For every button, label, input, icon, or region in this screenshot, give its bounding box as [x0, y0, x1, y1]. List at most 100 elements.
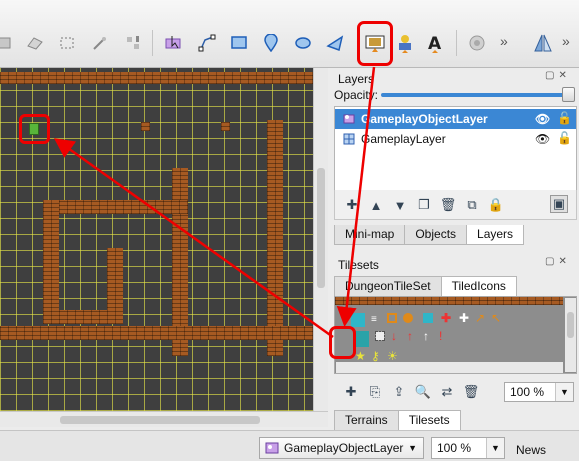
lock-icon[interactable]: 🔓 — [557, 111, 572, 125]
panel-float-close-buttons[interactable]: ▢✕ — [545, 256, 571, 267]
current-layer-select[interactable]: GameplayObjectLayer ▼ — [259, 437, 424, 459]
layer-name: GameplayObjectLayer — [361, 112, 488, 126]
tile[interactable] — [403, 313, 413, 323]
wall-tiles — [0, 72, 313, 84]
toolbar-overflow-button-2[interactable]: » — [562, 33, 570, 49]
tileset-tabs: DungeonTileSet TiledIcons — [334, 276, 517, 296]
object-layer-icon — [265, 442, 279, 454]
bottom-panel-tabs: Terrains Tilesets — [334, 410, 461, 430]
insert-polygon-icon[interactable] — [322, 30, 348, 56]
opacity-slider[interactable] — [381, 93, 575, 97]
tab-tilesets[interactable]: Tilesets — [397, 410, 461, 430]
tab-objects[interactable]: Objects — [404, 225, 468, 245]
select-objects-icon[interactable] — [160, 30, 186, 56]
wall-tiles — [0, 326, 313, 340]
tile[interactable]: ⚷ — [371, 350, 381, 362]
wall-tiles — [43, 200, 59, 324]
select-same-tile-icon[interactable] — [120, 30, 146, 56]
highlight-current-layer-icon[interactable]: ▣ — [550, 195, 568, 213]
visibility-eye-icon[interactable]: 👁 — [535, 132, 550, 146]
panel-float-close-buttons[interactable]: ▢✕ — [545, 70, 571, 81]
wall-tiles — [141, 122, 150, 131]
stamp-brush-icon[interactable] — [0, 30, 16, 56]
world-tool-icon[interactable] — [464, 30, 490, 56]
tile[interactable]: ☀ — [387, 350, 398, 362]
raise-layer-icon[interactable]: ▲ — [367, 196, 385, 214]
layer-row-gameplaylayer[interactable]: GameplayLayer 👁 🔓 — [335, 129, 576, 149]
wall-tiles — [107, 248, 123, 324]
scrollbar-thumb[interactable] — [60, 416, 260, 424]
scrollbar-thumb[interactable] — [567, 312, 574, 338]
magic-wand-icon[interactable] — [86, 30, 112, 56]
map-vertical-scrollbar[interactable] — [313, 68, 328, 411]
tile[interactable]: ≡ — [371, 315, 381, 325]
rectangle-select-icon[interactable] — [54, 30, 80, 56]
tile[interactable] — [423, 313, 433, 323]
duplicate-layer-icon[interactable]: ❐ — [415, 196, 433, 214]
tile[interactable] — [387, 313, 397, 323]
layers-toolbar: ✚ ▲ ▼ ❐ 🗑 ⧉ 🔒 ▣ — [334, 190, 577, 220]
delete-tileset-icon[interactable]: 🗑 — [462, 383, 480, 401]
tile[interactable] — [375, 331, 385, 341]
new-layer-icon[interactable]: ✚ — [343, 196, 361, 214]
chevron-down-icon[interactable]: ▼ — [555, 383, 573, 401]
layers-panel-title: Layers — [338, 72, 375, 86]
tileset-tiles[interactable]: ≡ ✚ ✚ ↗ ↖ ↓ ↑ ↑ ! ★ ⚷ ☀ — [335, 297, 563, 367]
map-zoom-select[interactable]: 100 % ▼ — [431, 437, 505, 459]
eraser-icon[interactable] — [22, 30, 48, 56]
toolbar-overflow-button[interactable]: » — [500, 33, 508, 49]
chevron-down-icon[interactable]: ▼ — [408, 443, 417, 453]
insert-point-icon[interactable] — [258, 30, 284, 56]
lock-icon[interactable]: 🔓 — [557, 131, 572, 145]
wall-tiles — [221, 122, 230, 131]
highlight-selected-tile — [329, 326, 356, 359]
add-tiles-icon[interactable]: ⇄ — [438, 383, 456, 401]
tile[interactable] — [351, 313, 365, 327]
tab-mini-map[interactable]: Mini-map — [334, 225, 406, 245]
tileset-vertical-scrollbar[interactable] — [565, 298, 576, 372]
layer-row-gameplayobjectlayer[interactable]: GameplayObjectLayer 👁 🔓 — [335, 109, 576, 129]
opacity-slider-handle[interactable] — [562, 87, 575, 102]
insert-ellipse-icon[interactable] — [290, 30, 316, 56]
tile[interactable] — [355, 331, 369, 347]
delete-layer-icon[interactable]: 🗑 — [439, 196, 457, 214]
current-layer-value: GameplayObjectLayer — [284, 441, 404, 455]
tile[interactable]: ↑ — [423, 330, 433, 342]
tile[interactable]: ✚ — [441, 312, 451, 324]
group-layer-icon[interactable]: ⧉ — [463, 196, 481, 214]
insert-text-icon[interactable]: A — [422, 30, 448, 56]
tab-dungeontileset[interactable]: DungeonTileSet — [334, 276, 442, 296]
layer-name: GameplayLayer — [361, 132, 446, 146]
edit-tileset-icon[interactable]: 🔍 — [414, 383, 432, 401]
insert-rectangle-icon[interactable] — [226, 30, 252, 56]
tab-terrains[interactable]: Terrains — [334, 410, 399, 430]
insert-template-icon[interactable] — [392, 30, 418, 56]
toolbar-separator — [152, 30, 153, 56]
tile[interactable]: ↑ — [407, 330, 417, 342]
scrollbar-thumb[interactable] — [317, 168, 325, 288]
lower-layer-icon[interactable]: ▼ — [391, 196, 409, 214]
tab-layers[interactable]: Layers — [466, 225, 525, 245]
lock-layer-icon[interactable]: 🔒 — [487, 196, 505, 214]
chevron-down-icon[interactable]: ▼ — [486, 438, 504, 458]
tileset-zoom-select[interactable]: 100 % ▼ — [504, 382, 574, 402]
edit-polygons-icon[interactable] — [194, 30, 220, 56]
tile[interactable]: ↖ — [491, 312, 501, 324]
tileset-zoom-value: 100 % — [510, 385, 545, 399]
tile[interactable]: ↓ — [391, 330, 401, 342]
highlight-insert-tile-tool — [357, 21, 393, 66]
tileset-horizontal-scrollbar[interactable] — [336, 362, 563, 373]
visibility-eye-icon[interactable]: 👁 — [535, 112, 550, 126]
embed-tileset-icon[interactable]: ⎘ — [366, 383, 384, 401]
tile[interactable]: ✚ — [459, 312, 469, 324]
export-tileset-icon[interactable]: ⇪ — [390, 383, 408, 401]
tile[interactable]: ↗ — [475, 312, 485, 324]
map-horizontal-scrollbar[interactable] — [0, 411, 328, 427]
flip-icon[interactable] — [530, 30, 556, 56]
tile[interactable]: ★ — [355, 350, 366, 362]
tab-tiledicons[interactable]: TiledIcons — [440, 276, 517, 296]
tile[interactable]: ! — [439, 330, 449, 342]
news-button[interactable]: News — [516, 443, 546, 457]
opacity-label: Opacity: — [334, 88, 379, 102]
new-tileset-icon[interactable]: ✚ — [342, 383, 360, 401]
